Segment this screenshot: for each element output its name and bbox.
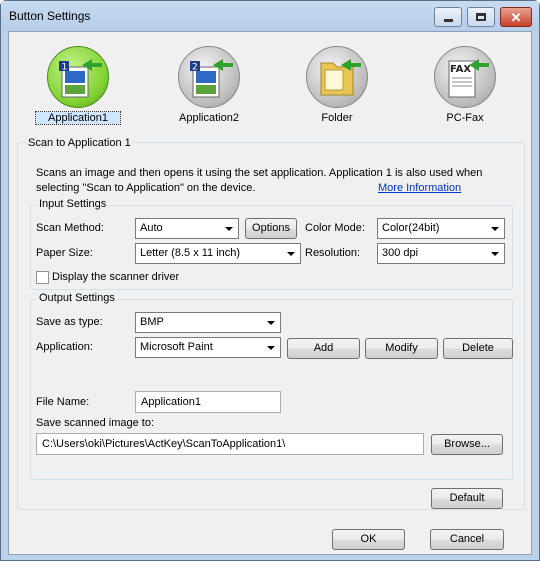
application-icon: 1 (47, 46, 109, 108)
select-value: BMP (140, 316, 164, 328)
color-mode-select[interactable]: Color(24bit) (377, 218, 505, 239)
options-button[interactable]: Options (245, 218, 297, 239)
chevron-down-icon (491, 227, 499, 231)
description-text: Scans an image and then opens it using t… (36, 167, 483, 179)
group-title: Output Settings (37, 292, 117, 304)
ok-button[interactable]: OK (332, 529, 405, 550)
description-text: selecting "Scan to Application" on the d… (36, 182, 256, 194)
delete-button[interactable]: Delete (443, 338, 513, 359)
maximize-button[interactable] (467, 7, 495, 27)
color-mode-label: Color Mode: (305, 222, 365, 234)
fax-icon: FAX (434, 46, 496, 108)
scan-method-label: Scan Method: (36, 222, 104, 234)
save-as-type-select[interactable]: BMP (135, 312, 281, 333)
display-driver-label[interactable]: Display the scanner driver (52, 271, 179, 283)
save-as-type-label: Save as type: (36, 316, 103, 328)
chevron-down-icon (267, 346, 275, 350)
application-label: Application: (36, 341, 93, 353)
paper-size-label: Paper Size: (36, 247, 93, 259)
modify-button[interactable]: Modify (365, 338, 438, 359)
resolution-label: Resolution: (305, 247, 361, 259)
tool-label: Application2 (179, 112, 239, 124)
default-button[interactable]: Default (431, 488, 503, 509)
title-bar[interactable]: Button Settings ✕ (1, 1, 539, 31)
maximize-icon (476, 13, 486, 21)
close-button[interactable]: ✕ (500, 7, 532, 27)
select-value: Auto (140, 222, 163, 234)
cancel-button[interactable]: Cancel (430, 529, 504, 550)
file-name-label: File Name: (36, 396, 90, 408)
svg-text:2: 2 (192, 63, 198, 73)
tool-application1[interactable]: 1 Application1 (35, 46, 121, 130)
dialog-body: 1 Application1 2 Application2 Folder FAX… (8, 31, 532, 555)
scan-method-select[interactable]: Auto (135, 218, 239, 239)
button-settings-window: Button Settings ✕ 1 Application1 2 Appli… (0, 0, 540, 561)
save-path-input[interactable]: C:\Users\oki\Pictures\ActKey\ScanToAppli… (36, 433, 424, 455)
minimize-icon (443, 18, 453, 22)
file-name-input[interactable]: Application1 (135, 391, 281, 413)
tool-label: PC-Fax (446, 112, 484, 124)
chevron-down-icon (491, 252, 499, 256)
svg-text:FAX: FAX (450, 64, 471, 75)
chevron-down-icon (225, 227, 233, 231)
resolution-select[interactable]: 300 dpi (377, 243, 505, 264)
tool-label: Application1 (35, 111, 121, 125)
window-title: Button Settings (9, 9, 91, 23)
group-title: Input Settings (37, 198, 109, 210)
paper-size-select[interactable]: Letter (8.5 x 11 inch) (135, 243, 301, 264)
chevron-down-icon (267, 321, 275, 325)
select-value: Microsoft Paint (140, 341, 213, 353)
display-driver-checkbox[interactable] (36, 271, 49, 284)
folder-icon (306, 46, 368, 108)
tool-pc-fax[interactable]: FAX PC-Fax (423, 46, 507, 130)
close-icon: ✕ (510, 9, 522, 25)
tool-label: Folder (321, 112, 353, 124)
tool-application2[interactable]: 2 Application2 (167, 46, 251, 130)
application-select[interactable]: Microsoft Paint (135, 337, 281, 358)
add-button[interactable]: Add (287, 338, 360, 359)
tool-folder[interactable]: Folder (295, 46, 379, 130)
browse-button[interactable]: Browse... (431, 434, 503, 455)
select-value: 300 dpi (382, 247, 419, 259)
more-information-link[interactable]: More Information (378, 182, 461, 194)
minimize-button[interactable] (434, 7, 462, 27)
group-title: Scan to Application 1 (26, 137, 133, 149)
svg-text:1: 1 (62, 63, 68, 73)
select-value: Letter (8.5 x 11 inch) (140, 247, 241, 259)
application-icon: 2 (178, 46, 240, 108)
chevron-down-icon (287, 252, 295, 256)
select-value: Color(24bit) (382, 222, 440, 234)
save-path-label: Save scanned image to: (36, 417, 155, 429)
